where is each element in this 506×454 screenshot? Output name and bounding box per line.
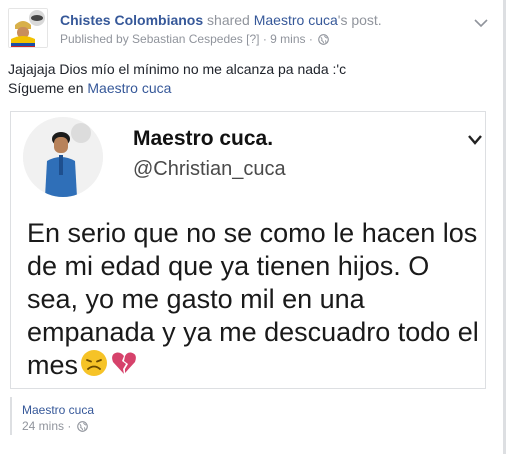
follow-link[interactable]: Maestro cuca — [87, 80, 171, 96]
globe-icon — [318, 34, 330, 45]
weary-face-emoji-icon — [80, 349, 108, 385]
tweet-chevron-icon — [468, 135, 482, 145]
help-bracket[interactable]: [?] — [246, 32, 259, 46]
post-text-line2: Sígueme en Maestro cuca — [8, 79, 346, 98]
attribution-bar — [10, 397, 12, 435]
post-time[interactable]: 9 mins — [270, 32, 305, 46]
meta-separator-2: · — [308, 32, 313, 46]
post-suffix: 's post. — [337, 12, 382, 28]
source-time[interactable]: 24 mins — [22, 419, 64, 433]
broken-heart-emoji-icon — [110, 349, 138, 385]
tweet-author-handle: @Christian_cuca — [133, 158, 286, 180]
source-separator: · — [67, 419, 72, 433]
post-meta: Published by Sebastian Cespedes [?] · 9 … — [60, 32, 330, 46]
source-author-link[interactable]: Maestro cuca — [22, 403, 94, 417]
tweet-text: En serio que no se como le hacen los de … — [27, 217, 483, 385]
post-text: Jajajaja Dios mío el mínimo no me alcanz… — [8, 60, 346, 98]
source-meta: 24 mins · — [22, 419, 88, 433]
post-title: Chistes Colombianos shared Maestro cuca'… — [60, 12, 382, 28]
post-text-line1: Jajajaja Dios mío el mínimo no me alcanz… — [8, 61, 347, 77]
post-header: Chistes Colombianos shared Maestro cuca'… — [8, 8, 498, 52]
post-options-chevron-icon[interactable] — [474, 18, 488, 28]
follow-prefix: Sígueme en — [8, 80, 84, 96]
source-globe-icon — [76, 421, 88, 432]
shared-label: shared — [207, 12, 250, 28]
tweet-screenshot: Maestro cuca. @Christian_cuca En serio q… — [23, 117, 483, 385]
original-author-link[interactable]: Maestro cuca — [254, 12, 338, 28]
meta-separator: · — [262, 32, 267, 46]
tweet-author-name: Maestro cuca. — [133, 127, 274, 150]
original-post-attribution: Maestro cuca 24 mins · — [10, 397, 486, 437]
page-avatar[interactable] — [8, 8, 48, 48]
page-name-link[interactable]: Chistes Colombianos — [60, 12, 203, 28]
tweet-avatar — [23, 117, 103, 197]
shared-image[interactable]: Maestro cuca. @Christian_cuca En serio q… — [10, 111, 486, 389]
published-by: Published by Sebastian Cespedes — [60, 32, 243, 46]
